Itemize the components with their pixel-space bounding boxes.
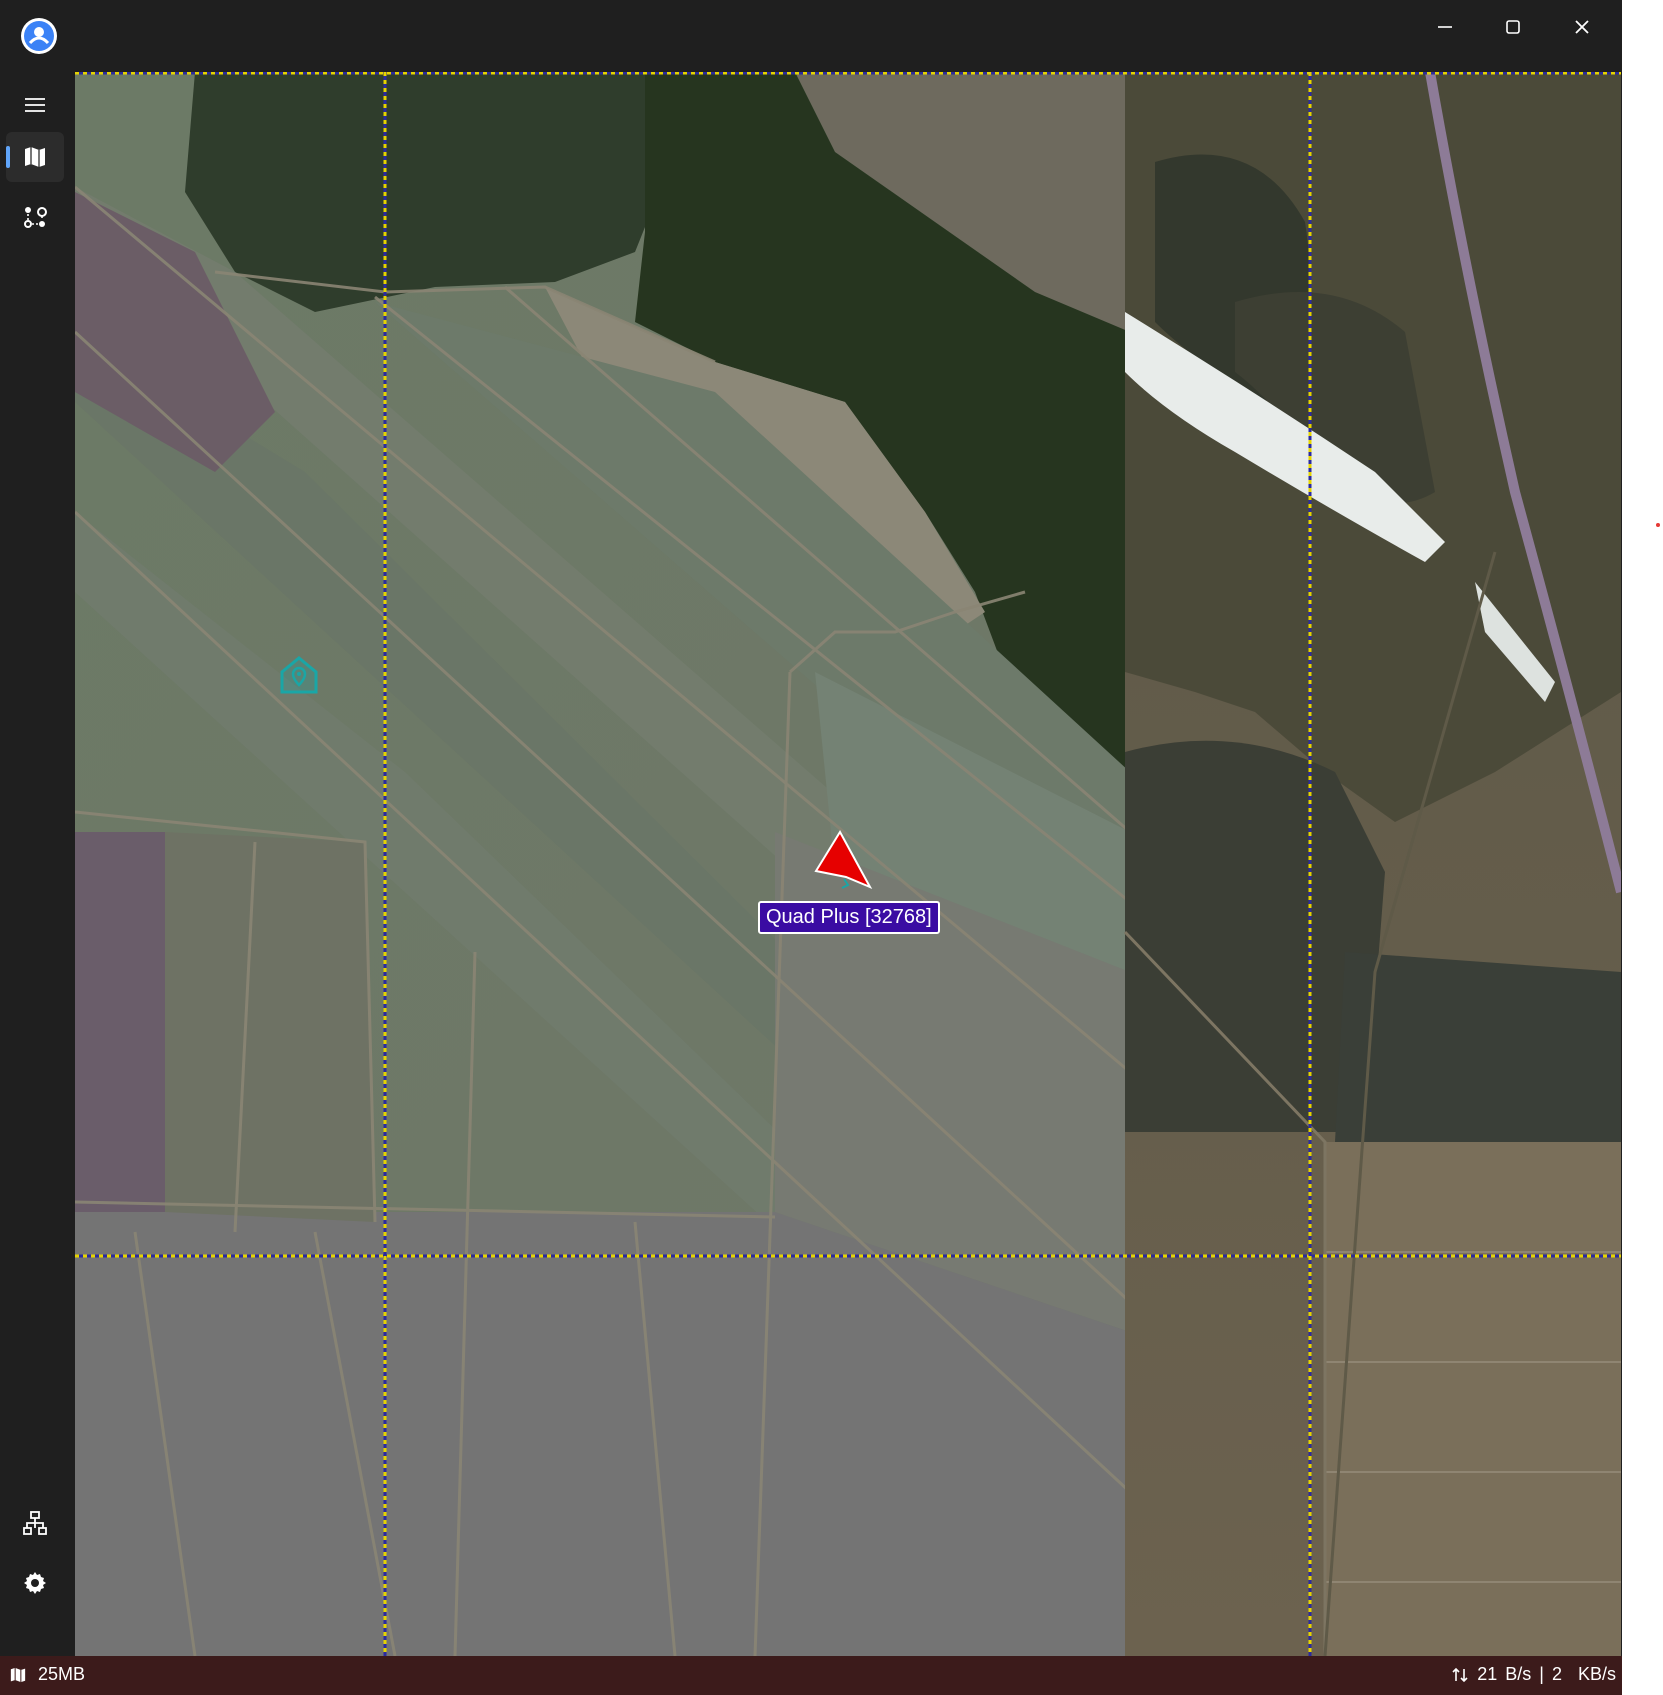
menu-button[interactable] <box>6 80 64 130</box>
app-logo-icon <box>21 18 57 54</box>
map-icon <box>25 147 45 167</box>
close-button[interactable] <box>1552 8 1612 46</box>
minimize-icon <box>1438 26 1452 28</box>
rate-up-value: 21 <box>1477 1664 1498 1684</box>
map-view[interactable]: Quad Plus [32768] <box>75 72 1621 1656</box>
cursor-dot <box>1656 523 1660 527</box>
sidebar-item-route[interactable] <box>6 192 64 242</box>
sidebar <box>0 72 75 1656</box>
vehicle-arrow-icon[interactable] <box>808 827 878 897</box>
network-icon <box>23 1511 47 1535</box>
home-marker-icon[interactable] <box>278 654 320 696</box>
sidebar-item-network[interactable] <box>6 1498 64 1548</box>
app-window: Quad Plus [32768] 25MB 21 B/s | 2 KB/s <box>0 0 1622 1695</box>
rate-down-value: 2 <box>1551 1664 1562 1684</box>
maximize-icon <box>1506 20 1520 34</box>
route-icon <box>24 207 47 228</box>
rate-down-unit: KB/s <box>1577 1664 1616 1684</box>
minimize-button[interactable] <box>1415 8 1475 46</box>
vehicle-label: Quad Plus [32768] <box>758 901 940 934</box>
title-bar <box>0 0 1622 72</box>
close-icon <box>1575 20 1589 34</box>
rate-separator: | <box>1539 1664 1544 1684</box>
menu-icon <box>25 98 45 112</box>
maximize-button[interactable] <box>1483 8 1543 46</box>
map-cache-size: 25MB <box>38 1664 86 1684</box>
rate-up-unit: B/s <box>1505 1664 1532 1684</box>
sidebar-item-map[interactable] <box>6 132 64 182</box>
gear-icon <box>24 1572 46 1594</box>
status-bar: 25MB 21 B/s | 2 KB/s <box>0 1656 1622 1695</box>
map-cache-icon <box>10 1667 26 1682</box>
transfer-arrows-icon <box>1452 1667 1468 1682</box>
sidebar-item-settings[interactable] <box>6 1558 64 1608</box>
